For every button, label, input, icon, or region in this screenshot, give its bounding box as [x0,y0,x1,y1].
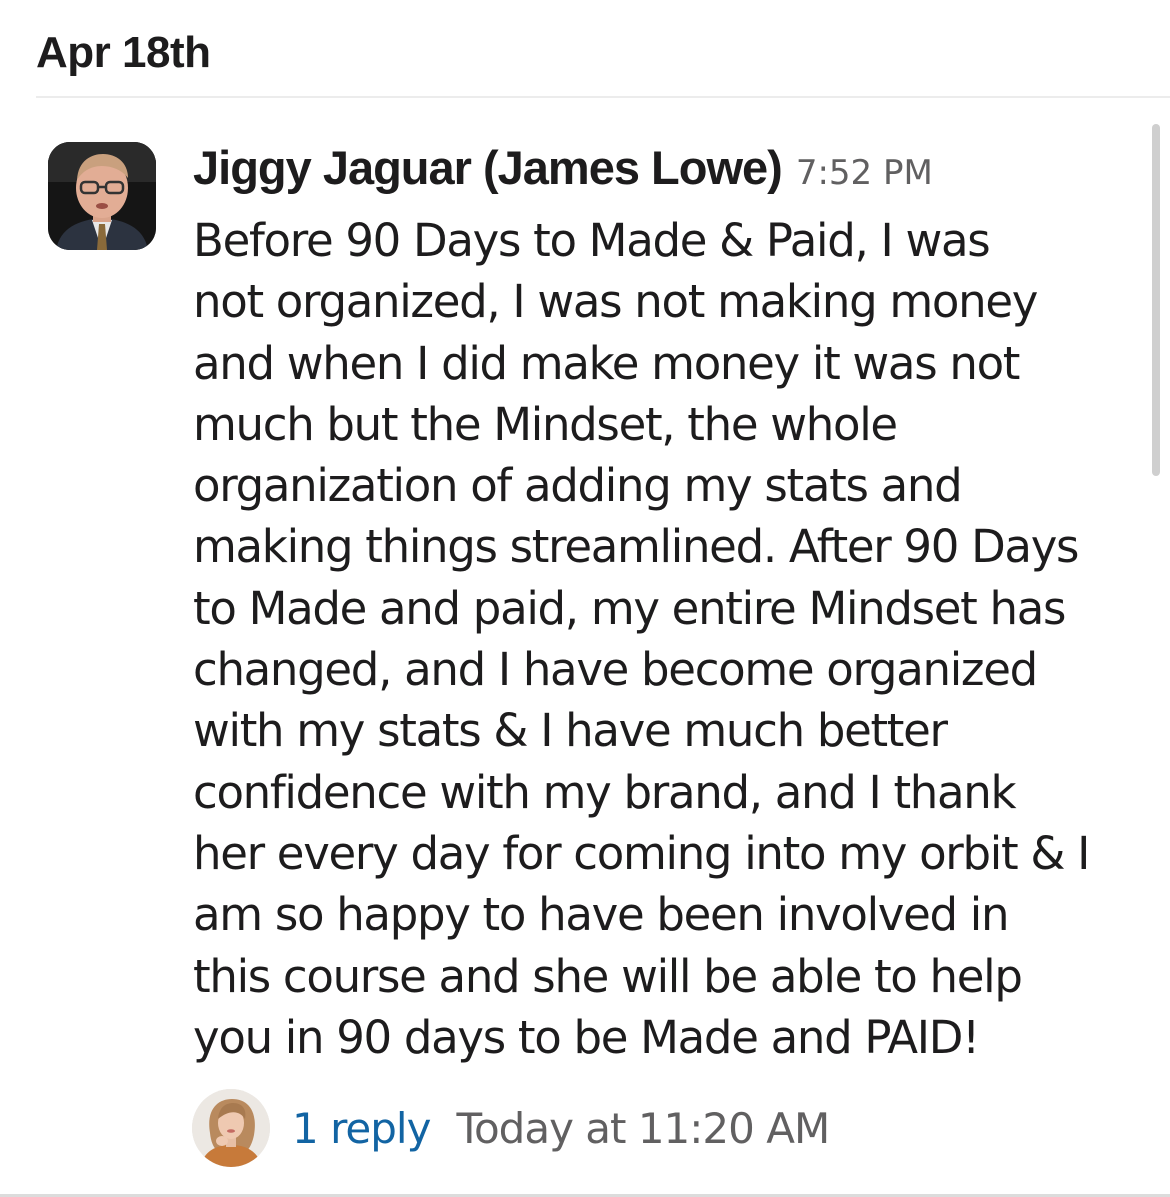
message-text-line: you in 90 days to be Made and PAID! [193,1010,980,1064]
message-text-line: not organized, I was not making money [193,275,1038,329]
message-text-line: and when I did make money it was not [193,336,1020,390]
message-text-line: this course and she will be able to help [193,949,1023,1003]
message-text-line: making things streamlined. After 90 Days [193,520,1079,574]
message-text-line: with my stats & I have much better [193,704,948,758]
reply-count-link[interactable]: 1 reply [292,1104,431,1153]
message-text-line: to Made and paid, my entire Mindset has [193,581,1066,635]
message-text-line: changed, and I have become organized [193,643,1038,697]
message-text-line: confidence with my brand, and I thank [193,765,1017,819]
message-text-line: organization of adding my stats and [193,459,963,513]
message-text-line: much but the Mindset, the whole [193,397,898,451]
message-body: Before 90 Days to Made & Paid, I was not… [193,210,1153,1068]
author-avatar[interactable] [48,142,156,250]
scrollbar[interactable] [1152,124,1160,476]
replier-avatar[interactable] [192,1089,270,1167]
author-name[interactable]: Jiggy Jaguar (James Lowe) [193,141,783,194]
message-text-line: her every day for coming into my orbit &… [193,826,1090,880]
date-divider-line [36,96,1170,98]
message-timestamp[interactable]: 7:52 PM [796,153,933,193]
last-reply-time: Today at 11:20 AM [456,1103,830,1153]
person-photo-icon [48,142,156,250]
message-header: Jiggy Jaguar (James Lowe) 7:52 PM [193,140,933,195]
message-text-line: Before 90 Days to Made & Paid, I was [193,214,991,267]
thread-summary[interactable]: 1 reply Today at 11:20 AM [192,1088,830,1168]
person-photo-icon [192,1089,270,1167]
message-text-line: am so happy to have been involved in [193,888,1010,942]
date-divider-label: Apr 18th [36,28,211,77]
